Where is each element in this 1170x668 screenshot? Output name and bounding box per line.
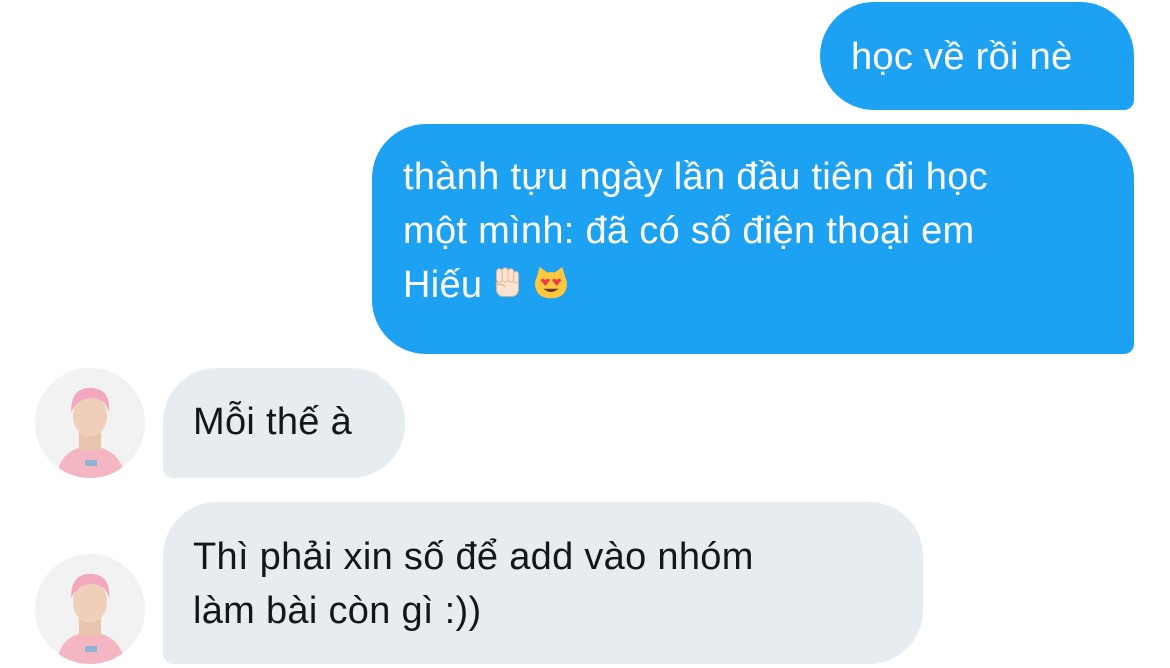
raised-fist-emoji-icon [495,267,520,297]
message-incoming-1[interactable]: Mỗi thế à [163,368,405,478]
profile-photo [35,554,145,664]
message-text-line-3: Hiếu [403,258,1104,312]
heart-eyes-cat-emoji-icon [535,266,568,299]
message-text-line-1: thành tựu ngày lần đầu tiên đi học [403,156,988,198]
message-text-word: Hiếu [403,264,483,306]
message-text: Mỗi thế à [193,401,353,443]
profile-photo [35,368,145,478]
message-incoming-2[interactable]: Thì phải xin số để add vào nhóm làm bài … [163,502,923,664]
message-text-line-2: một mình: đã có số điện thoại em [403,210,975,252]
message-outgoing-2[interactable]: thành tựu ngày lần đầu tiên đi học một m… [372,124,1134,354]
message-text: học về rồi nè [851,36,1073,78]
message-outgoing-1[interactable]: học về rồi nè [820,2,1134,110]
message-text-line-2: làm bài còn gì :)) [193,590,482,632]
avatar[interactable] [35,368,145,478]
message-text-line-1: Thì phải xin số để add vào nhóm [193,536,754,578]
avatar[interactable] [35,554,145,664]
